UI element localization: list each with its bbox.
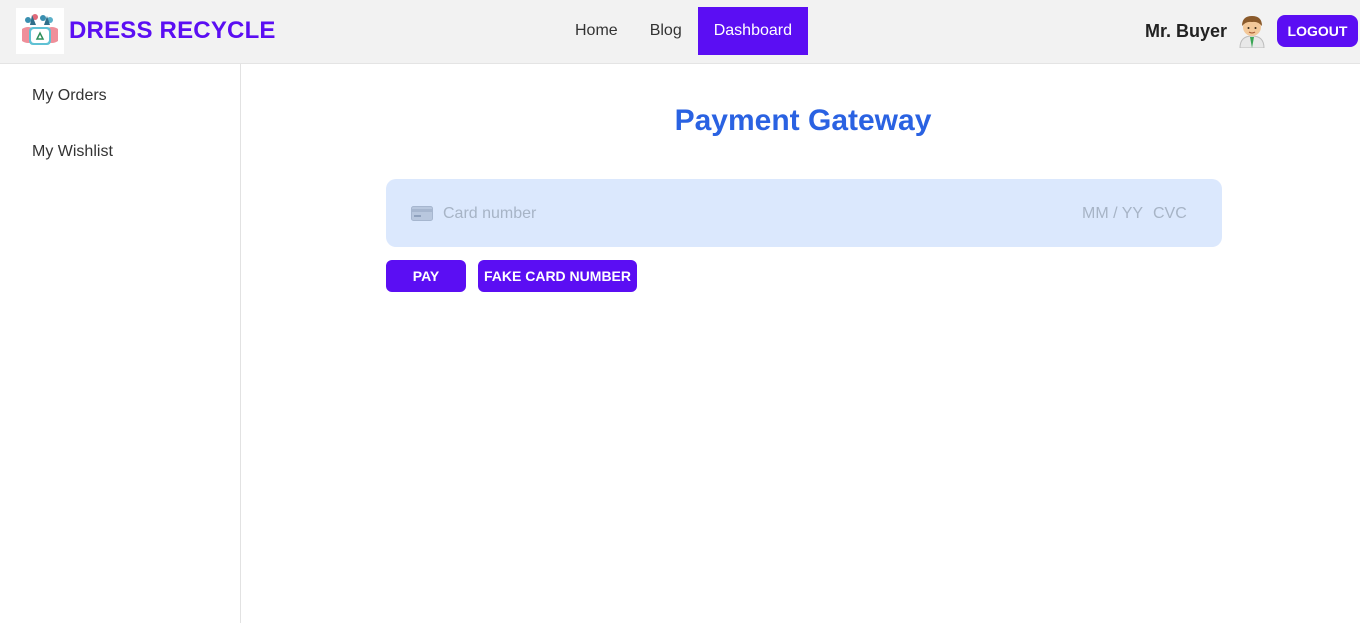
nav-home[interactable]: Home	[559, 7, 634, 55]
credit-card-icon	[411, 206, 433, 221]
recycle-basket-logo	[16, 8, 64, 54]
brand-link[interactable]: DRESS RECYCLE	[16, 8, 276, 54]
page-title: Payment Gateway	[674, 104, 932, 137]
user-name: Mr. Buyer	[1144, 20, 1227, 41]
sidebar-item-my-orders[interactable]: My Orders	[32, 87, 107, 105]
sidebar-item-my-wishlist[interactable]: My Wishlist	[32, 143, 113, 161]
user-area: Mr. Buyer LOGOUT	[1144, 14, 1358, 49]
logout-button[interactable]: LOGOUT	[1277, 15, 1358, 47]
brand-name: DRESS RECYCLE	[69, 17, 276, 44]
card-number-input[interactable]	[443, 203, 1043, 225]
expiry-input[interactable]	[1082, 203, 1144, 225]
sidebar: My Orders My Wishlist	[0, 64, 241, 623]
card-payment-form	[386, 179, 1222, 247]
nav-blog[interactable]: Blog	[634, 7, 698, 55]
nav-dashboard[interactable]: Dashboard	[697, 7, 808, 55]
top-navbar: DRESS RECYCLE Home Blog Dashboard Mr. Bu…	[0, 0, 1360, 64]
pay-button[interactable]: PAY	[386, 260, 466, 292]
main-nav: Home Blog Dashboard	[559, 7, 808, 55]
fake-card-number-button[interactable]: FAKE CARD NUMBER	[478, 260, 637, 292]
cvc-input[interactable]	[1153, 203, 1203, 225]
user-avatar-icon	[1236, 14, 1268, 49]
